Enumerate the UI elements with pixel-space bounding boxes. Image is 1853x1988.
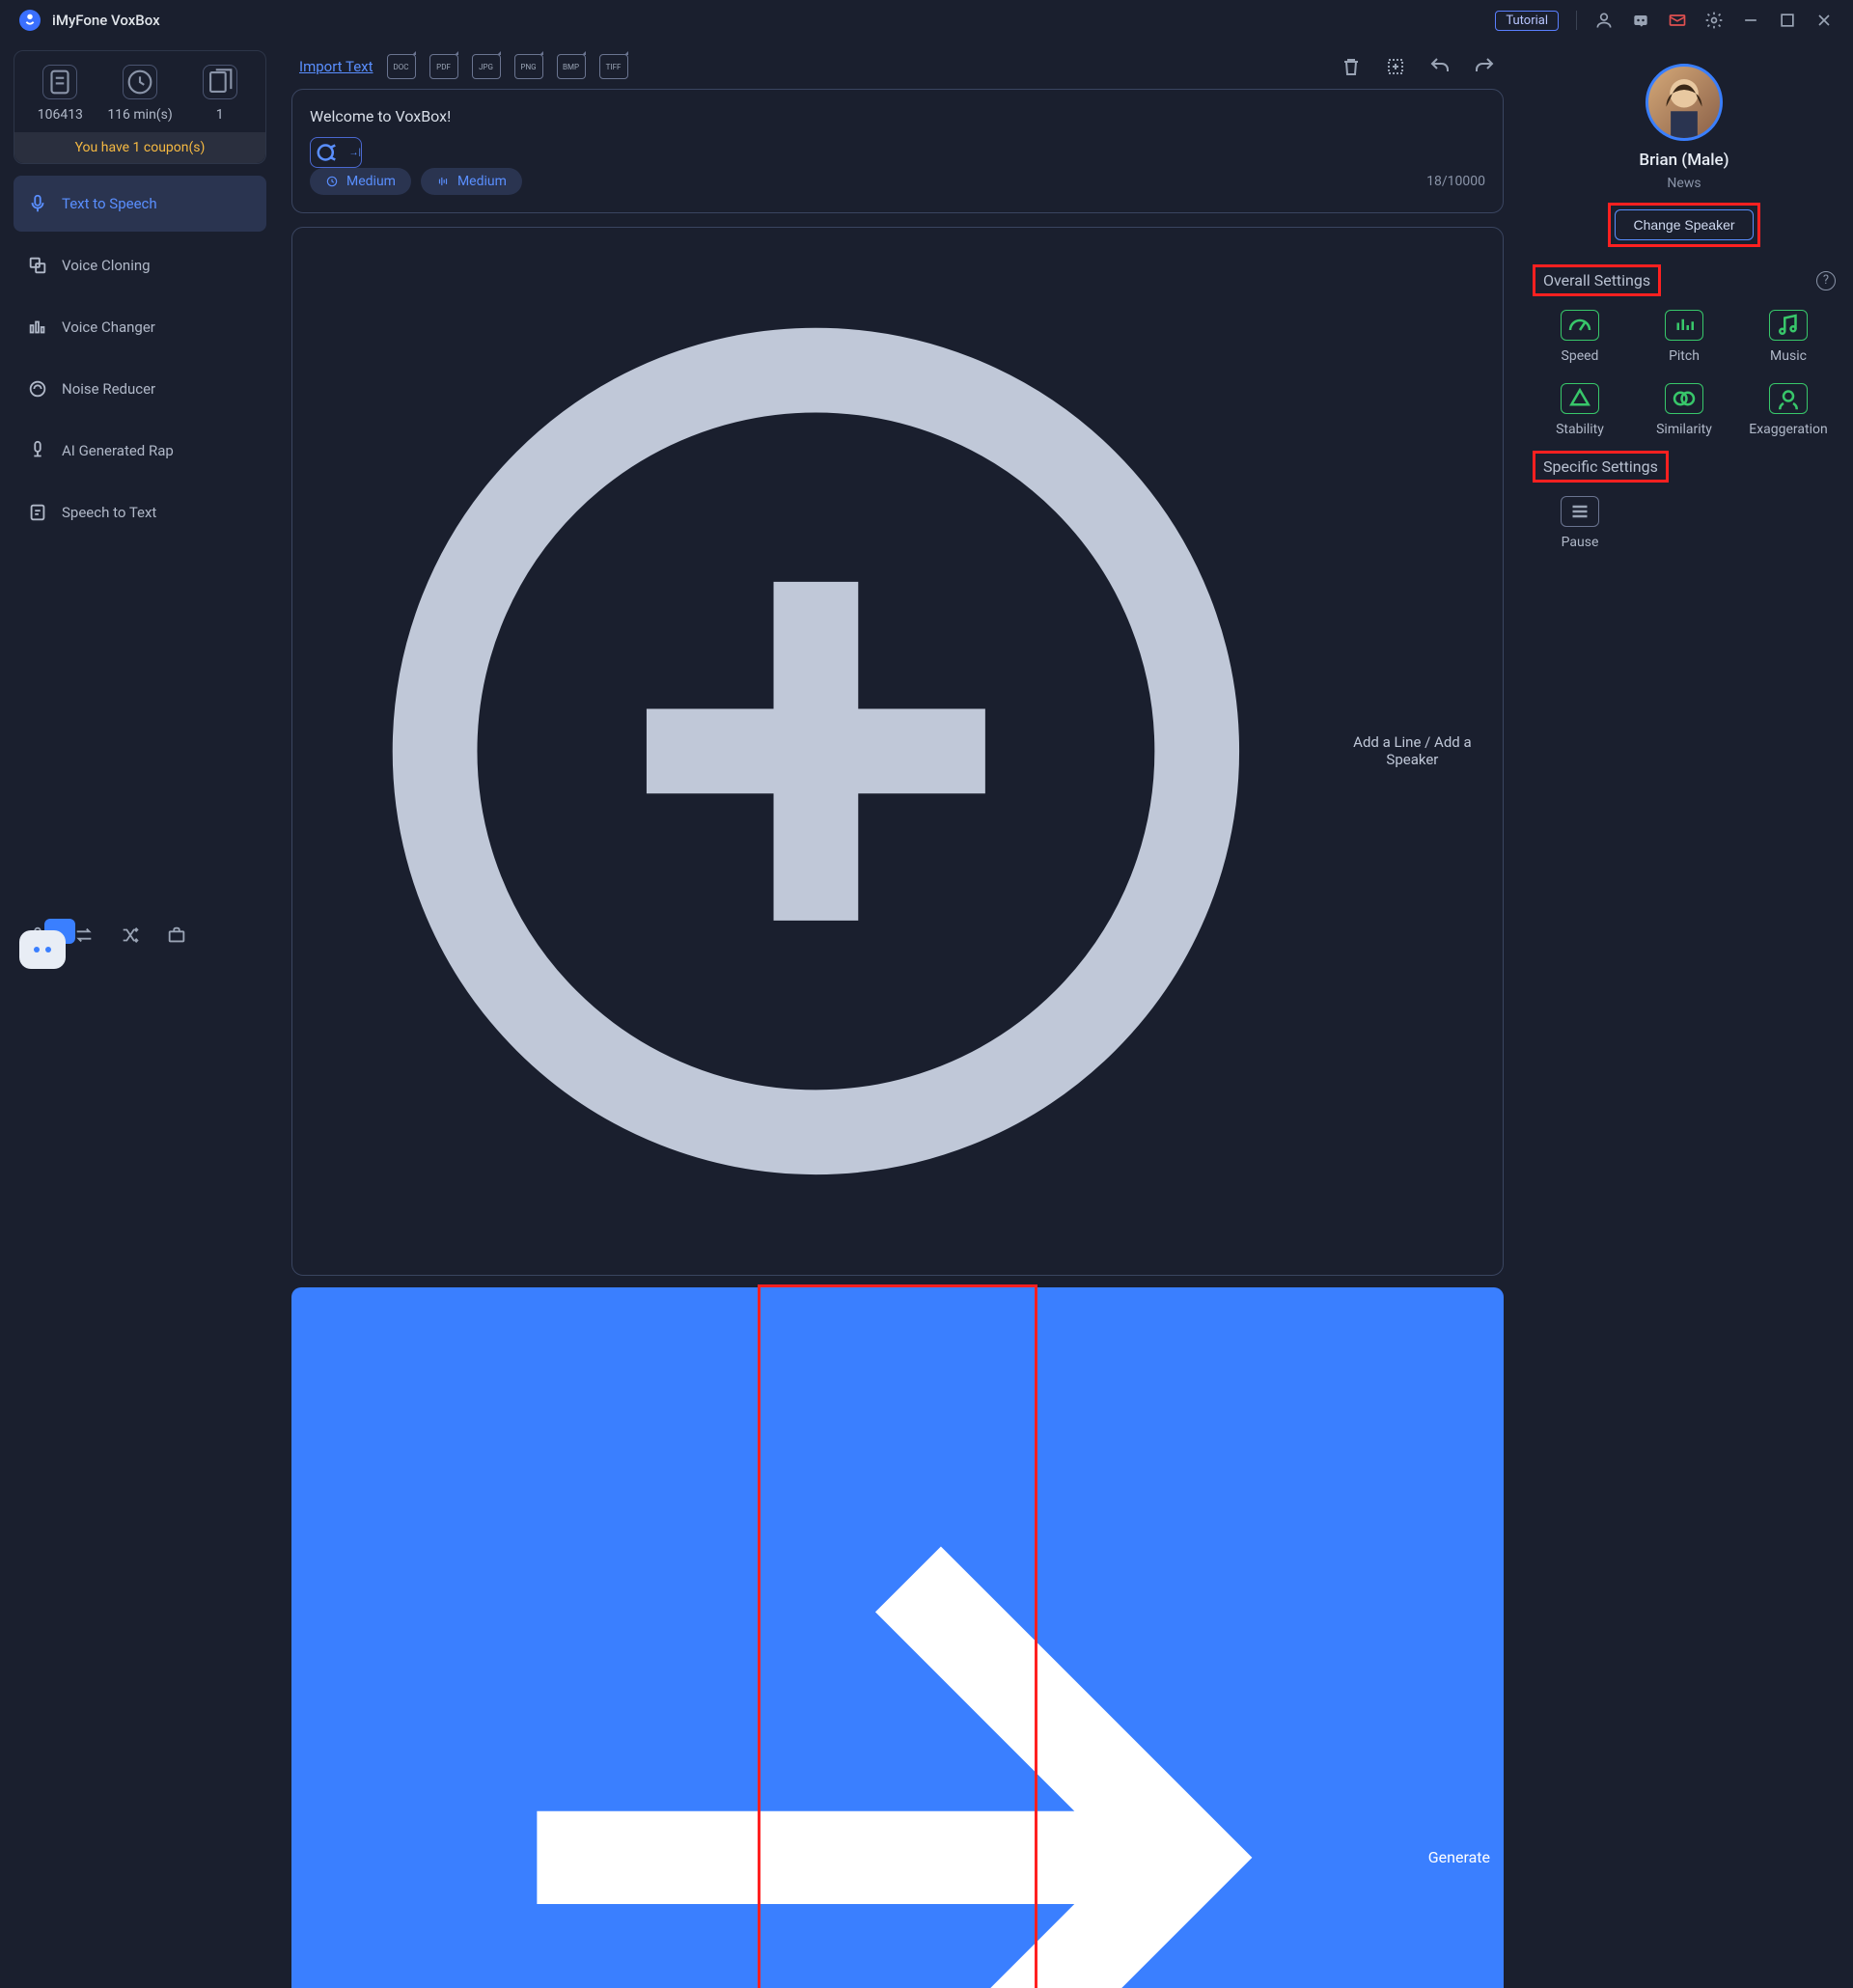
titlebar: iMyFone VoxBox Tutorial	[0, 0, 1853, 41]
text-editor-panel[interactable]: Welcome to VoxBox! →| Medium Medium 18/1…	[291, 89, 1504, 213]
nav-label: Speech to Text	[62, 504, 156, 521]
overall-settings-header: Overall Settings	[1533, 264, 1661, 296]
cloning-icon	[27, 255, 48, 276]
noise-icon	[27, 378, 48, 400]
nav-label: Voice Cloning	[62, 257, 151, 274]
nav-ai-rap[interactable]: AI Generated Rap	[14, 423, 266, 479]
speed-pill[interactable]: Medium	[310, 168, 411, 195]
import-text-link[interactable]: Import Text	[299, 58, 373, 75]
editor-text: Welcome to VoxBox!	[310, 107, 1485, 125]
pitch-pill[interactable]: Medium	[421, 168, 522, 195]
user-icon[interactable]	[1594, 11, 1614, 30]
maximize-icon[interactable]	[1778, 11, 1797, 30]
nav-speech-to-text[interactable]: Speech to Text	[14, 484, 266, 540]
minimize-icon[interactable]	[1741, 11, 1760, 30]
setting-pause[interactable]: Pause	[1533, 496, 1627, 550]
setting-speed[interactable]: Speed	[1533, 310, 1627, 364]
nav-voice-cloning[interactable]: Voice Cloning	[14, 237, 266, 293]
changer-icon	[27, 317, 48, 338]
format-jpg[interactable]: JPG	[472, 54, 501, 79]
settings-icon[interactable]	[1704, 11, 1724, 30]
mail-icon[interactable]	[1668, 11, 1687, 30]
chars-icon	[42, 65, 77, 99]
nav-noise-reducer[interactable]: Noise Reducer	[14, 361, 266, 417]
tts-icon	[27, 193, 48, 214]
coupons-banner[interactable]: You have 1 coupon(s)	[14, 132, 265, 163]
stat-minutes: 116 min(s)	[100, 107, 180, 123]
nav-label: Voice Changer	[62, 318, 155, 336]
app-logo	[19, 10, 41, 31]
stt-icon	[27, 502, 48, 523]
format-doc[interactable]: DOC	[387, 54, 416, 79]
format-bmp[interactable]: BMP	[557, 54, 586, 79]
change-speaker-button[interactable]: Change Speaker	[1615, 209, 1753, 240]
rap-icon	[27, 440, 48, 461]
chatbot-widget[interactable]	[17, 919, 75, 977]
discord-icon[interactable]	[1631, 11, 1650, 30]
nav-label: Text to Speech	[62, 195, 157, 212]
format-tiff[interactable]: TIFF	[599, 54, 628, 79]
char-count: 18/10000	[1426, 174, 1485, 189]
speaker-tag: News	[1533, 176, 1836, 191]
undo-icon[interactable]	[1428, 55, 1452, 78]
setting-exaggeration[interactable]: Exaggeration	[1741, 383, 1836, 437]
setting-music[interactable]: Music	[1741, 310, 1836, 364]
add-line-button[interactable]: Add a Line / Add a Speaker	[291, 227, 1504, 1276]
nav-voice-changer[interactable]: Voice Changer	[14, 299, 266, 355]
briefcase-icon[interactable]	[166, 925, 187, 946]
close-icon[interactable]	[1814, 11, 1834, 30]
minutes-icon	[123, 65, 157, 99]
nav-label: Noise Reducer	[62, 380, 155, 398]
format-png[interactable]: PNG	[514, 54, 543, 79]
stat-count: 1	[180, 107, 260, 123]
sidebar: 106413 116 min(s) 1 You have 1 coupon(s)…	[0, 41, 280, 994]
specific-settings-header: Specific Settings	[1533, 451, 1669, 483]
help-icon[interactable]: ?	[1816, 271, 1836, 290]
stats-box: 106413 116 min(s) 1 You have 1 coupon(s)	[14, 50, 266, 164]
generate-button[interactable]: Generate	[291, 1287, 1504, 1988]
editor-toolbar: Import Text DOC PDF JPG PNG BMP TIFF	[291, 54, 1504, 89]
setting-stability[interactable]: Stability	[1533, 383, 1627, 437]
insert-icon[interactable]	[1384, 55, 1407, 78]
delete-icon[interactable]	[1340, 55, 1363, 78]
count-icon	[203, 65, 237, 99]
setting-pitch[interactable]: Pitch	[1637, 310, 1731, 364]
setting-similarity[interactable]: Similarity	[1637, 383, 1731, 437]
nav-label: AI Generated Rap	[62, 442, 174, 459]
speaker-avatar[interactable]	[1646, 64, 1723, 141]
app-title: iMyFone VoxBox	[52, 12, 160, 29]
format-pdf[interactable]: PDF	[429, 54, 458, 79]
redo-icon[interactable]	[1473, 55, 1496, 78]
stat-chars: 106413	[20, 107, 100, 123]
shuffle-icon[interactable]	[120, 925, 141, 946]
ai-chip[interactable]: →|	[310, 137, 362, 168]
speaker-name: Brian (Male)	[1533, 151, 1836, 170]
nav-text-to-speech[interactable]: Text to Speech	[14, 176, 266, 232]
convert-icon[interactable]	[73, 925, 95, 946]
right-panel: Brian (Male) News Change Speaker Overall…	[1515, 54, 1853, 984]
tutorial-button[interactable]: Tutorial	[1495, 11, 1559, 31]
